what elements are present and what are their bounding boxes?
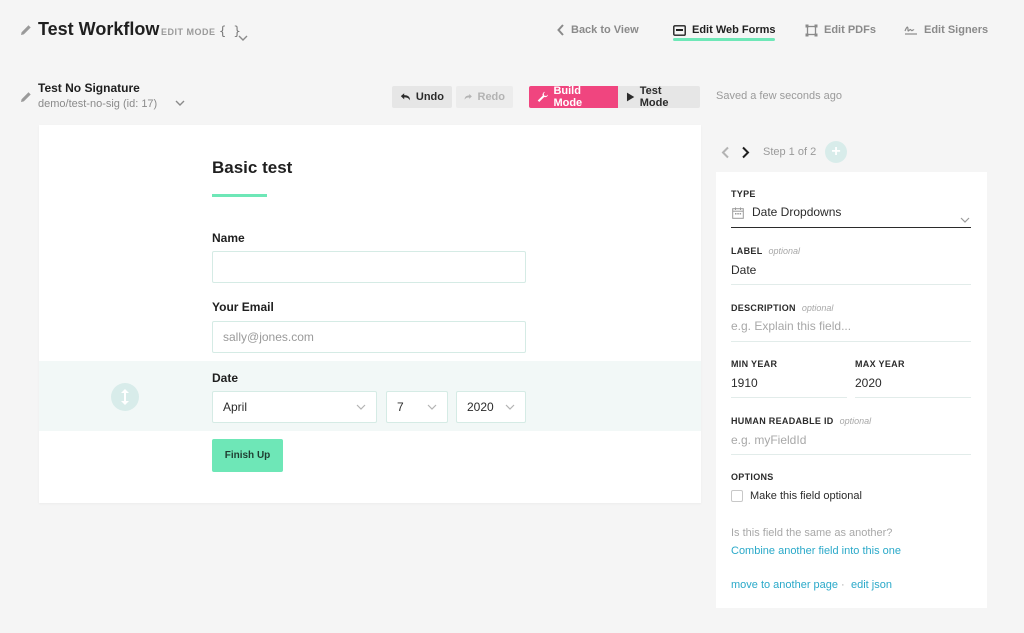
chevron-left-icon [557,24,564,36]
label-underline [731,284,971,285]
type-underline [731,227,971,228]
description-underline [731,341,971,342]
max-year-underline [855,397,971,398]
email-label: Your Email [212,300,274,314]
nav-label: Back to View [571,24,639,36]
undo-label: Undo [415,91,444,103]
year-select[interactable]: 2020 [456,391,526,423]
day-value: 7 [397,400,404,414]
make-optional-checkbox[interactable] [731,490,743,502]
description-input[interactable]: e.g. Explain this field... [731,319,851,333]
nav-edit-signers[interactable]: Edit Signers [904,18,988,42]
nav-label: Edit Signers [924,24,989,36]
redo-label: Redo [477,91,506,103]
saved-status: Saved a few seconds ago [716,90,842,102]
nav-back-to-view[interactable]: Back to View [557,18,639,42]
label-label-text: LABEL [731,246,763,256]
play-icon [626,92,635,102]
month-value: April [223,400,248,414]
optional-hint: optional [768,246,801,256]
redo-icon [464,94,472,100]
add-step-button[interactable]: + [825,141,847,163]
month-select[interactable]: April [212,391,377,423]
form-title: Basic test [212,158,293,177]
human-id-label: HUMAN READABLE ID optional [731,416,871,426]
human-id-label-text: HUMAN READABLE ID [731,416,834,426]
chevron-down-icon [356,404,366,410]
chevron-down-icon[interactable] [238,29,248,47]
min-year-label: MIN YEAR [731,359,778,369]
date-label: Date [212,371,239,385]
optional-hint: optional [801,303,834,313]
edit-mode-label: EDIT MODE [161,27,216,37]
type-select-value[interactable]: Date Dropdowns [752,205,841,219]
email-input[interactable]: sally@jones.com [212,321,526,353]
workflow-title: Test Workflow [38,19,160,39]
max-year-input[interactable]: 2020 [855,376,882,390]
selected-field-row[interactable]: Date April 7 2020 [39,361,701,431]
chevron-left-icon[interactable] [721,142,730,162]
min-year-underline [731,397,847,398]
options-label: OPTIONS [731,472,774,482]
test-mode-label: Test Mode [639,85,669,109]
signature-icon [904,26,917,35]
top-header: Test Workflow EDIT MODE { } Back to View… [0,0,1024,60]
form-name: Test No Signature [38,81,140,95]
test-mode-button[interactable]: Test Mode [618,85,700,109]
description-label: DESCRIPTION optional [731,303,833,313]
calendar-icon [732,206,744,224]
chevron-down-icon[interactable] [960,210,970,228]
chevron-right-icon[interactable] [741,142,750,162]
active-tab-underline [673,38,775,41]
step-indicator: Step 1 of 2 [763,146,817,158]
combine-field-link[interactable]: Combine another field into this one [731,545,901,557]
description-label-text: DESCRIPTION [731,303,796,313]
human-id-underline [731,454,971,455]
move-page-link[interactable]: move to another page [731,579,838,591]
type-label: TYPE [731,189,756,199]
label-label: LABEL optional [731,246,800,256]
form-path: demo/test-no-sig (id: 17) [38,98,158,110]
human-id-input[interactable]: e.g. myFieldId [731,433,806,447]
drag-handle-icon[interactable] [111,383,139,411]
day-select[interactable]: 7 [386,391,448,423]
link-separator: · [841,579,845,591]
nav-label: Edit Web Forms [692,24,776,36]
wrench-icon [537,91,548,102]
edit-json-link[interactable]: edit json [851,579,892,591]
pdf-frame-icon [805,24,818,36]
pencil-icon[interactable] [19,90,33,104]
name-input[interactable] [212,251,526,283]
nav-label: Edit PDFs [824,24,876,36]
build-mode-button[interactable]: Build Mode [529,85,618,109]
chevron-down-icon [427,404,437,410]
pencil-icon[interactable] [19,23,33,37]
finish-up-button[interactable]: Finish Up [212,439,283,472]
chevron-down-icon [505,404,515,410]
name-label: Name [212,231,245,245]
same-field-question: Is this field the same as another? [731,527,893,539]
form-canvas: Basic test Name Your Email sally@jones.c… [39,125,701,503]
year-value: 2020 [467,400,494,414]
optional-hint: optional [839,416,872,426]
chevron-down-icon[interactable] [175,94,185,112]
min-year-input[interactable]: 1910 [731,376,758,390]
title-underline [212,194,267,197]
undo-button[interactable]: Undo [392,86,452,108]
build-mode-label: Build Mode [553,85,583,109]
redo-button[interactable]: Redo [456,86,513,108]
undo-icon [400,93,411,101]
nav-edit-pdfs[interactable]: Edit PDFs [805,18,876,42]
field-properties-panel: TYPE Date Dropdowns LABEL optional Date D… [716,172,987,608]
max-year-label: MAX YEAR [855,359,905,369]
web-form-icon [673,24,686,36]
make-optional-label[interactable]: Make this field optional [750,490,862,502]
label-input[interactable]: Date [731,263,756,277]
